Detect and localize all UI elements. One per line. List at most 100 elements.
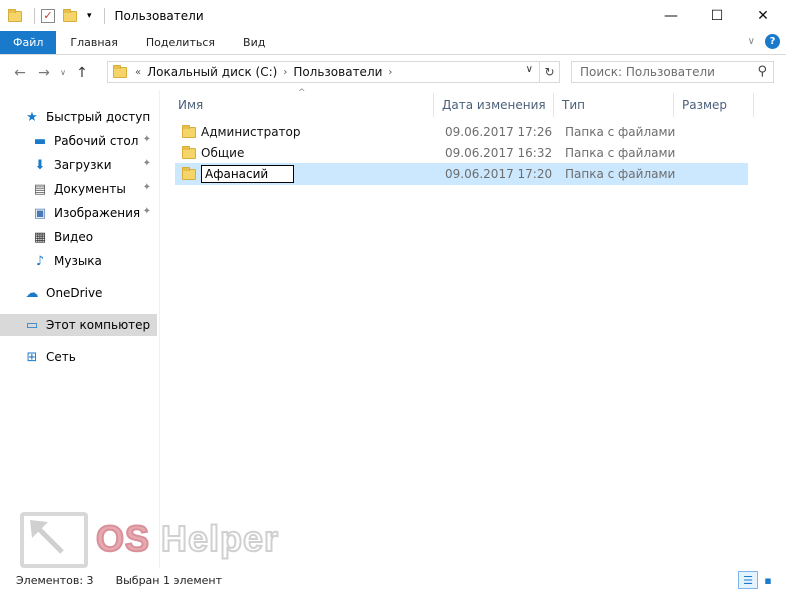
window-controls: — ☐ ✕ [648,0,786,31]
breadcrumb-local-disk[interactable]: Локальный диск (C:) [143,65,281,79]
sidebar-item-downloads[interactable]: ⬇ Загрузки ✦ [0,154,157,176]
new-folder-icon[interactable] [63,8,77,23]
sidebar-item-label: Загрузки [54,158,112,172]
sidebar-item-quick-access[interactable]: ★ Быстрый доступ [0,106,157,128]
sidebar-item-this-pc[interactable]: ▭ Этот компьютер [0,314,157,336]
status-bar: Элементов: 3 Выбран 1 элемент ☰ ▪ [0,568,786,593]
up-arrow-icon[interactable]: ↑ [70,65,94,81]
search-icon[interactable]: ⚲ [757,64,767,79]
sidebar-item-label: Рабочий стол [54,134,139,148]
pictures-icon: ▣ [33,205,47,221]
close-button[interactable]: ✕ [740,0,786,31]
breadcrumb-users[interactable]: Пользователи [289,65,386,79]
breadcrumb-separator-icon[interactable]: › [281,67,289,78]
sidebar-item-label: Музыка [54,254,102,268]
quick-access-toolbar: ✓ ▾ Пользователи [0,0,204,31]
pin-icon: ✦ [142,206,151,217]
properties-icon[interactable]: ✓ [41,8,55,23]
refresh-button[interactable]: ↻ [540,61,560,83]
watermark-text: OS Helper [95,517,280,560]
table-row[interactable]: Администратор 09.06.2017 17:26 Папка с ф… [175,121,748,143]
column-header-size[interactable]: Размер [674,93,754,117]
ribbon-controls: ∨ ? [748,34,780,49]
window-title: Пользователи [114,8,204,23]
large-icons-view-icon[interactable]: ▪ [758,571,778,589]
toolbar-divider [34,7,35,24]
back-arrow-icon[interactable]: ← [8,65,32,81]
sidebar-item-label: Документы [54,182,126,196]
breadcrumb-separator-icon[interactable]: › [386,67,394,78]
sidebar-item-label: Этот компьютер [46,318,151,332]
sidebar-item-label: Сеть [46,350,76,364]
address-bar[interactable]: « Локальный диск (C:) › Пользователи › ∨ [107,61,540,83]
folder-icon [182,145,196,159]
music-icon: ♪ [35,253,45,269]
file-type: Папка с файлами [565,125,676,139]
sidebar-item-music[interactable]: ♪ Музыка [0,250,157,272]
tab-file[interactable]: Файл [0,31,57,54]
tab-share[interactable]: Поделиться [132,31,229,54]
address-overflow[interactable]: « [133,67,143,78]
tab-home[interactable]: Главная [56,31,132,54]
toolbar-divider [103,7,105,24]
maximize-button[interactable]: ☐ [694,0,740,31]
search-input[interactable]: Поиск: Пользователи ⚲ [571,61,774,83]
video-icon: ▦ [33,229,47,245]
title-bar: ✓ ▾ Пользователи — ☐ ✕ [0,0,786,31]
sidebar-item-label: Изображения [54,206,141,220]
help-icon[interactable]: ? [765,34,780,49]
ribbon-tabs: Файл Главная Поделиться Вид ∨ ? [0,31,786,55]
cloud-icon: ☁ [25,285,39,301]
watermark-cursor-icon [20,512,88,568]
watermark-logo: OS Helper [20,512,310,572]
network-icon: ⊞ [26,349,38,365]
folder-icon [8,8,22,23]
documents-icon: ▤ [33,181,47,197]
tab-view[interactable]: Вид [229,31,279,54]
search-placeholder: Поиск: Пользователи [580,65,715,79]
file-date: 09.06.2017 17:26 [445,125,553,139]
folder-icon [113,64,127,78]
table-row[interactable]: Общие 09.06.2017 16:32 Папка с файлами [175,142,748,164]
arrow-icon [30,520,64,554]
sidebar-item-label: OneDrive [46,286,103,300]
pin-icon: ✦ [142,158,151,169]
sidebar-item-pictures[interactable]: ▣ Изображения ✦ [0,202,157,224]
file-name: Общие [201,146,245,160]
sidebar-item-video[interactable]: ▦ Видео [0,226,157,248]
navigation-pane: ★ Быстрый доступ ▬ Рабочий стол ✦ ⬇ Загр… [0,90,160,568]
sidebar-item-documents[interactable]: ▤ Документы ✦ [0,178,157,200]
column-header-type[interactable]: Тип [554,93,674,117]
customize-toolbar-dropdown-icon[interactable]: ▾ [87,11,92,21]
computer-icon: ▭ [25,317,39,333]
desktop-icon: ▬ [33,133,47,149]
sidebar-item-label: Быстрый доступ [46,110,151,124]
file-type: Папка с файлами [565,146,676,160]
address-dropdown-icon[interactable]: ∨ [526,64,533,75]
folder-icon [182,124,196,138]
folder-icon [182,166,196,180]
sidebar-item-onedrive[interactable]: ☁ OneDrive [0,282,157,304]
expand-ribbon-icon[interactable]: ∨ [748,36,755,47]
rename-input[interactable]: Афанасий [201,165,294,183]
file-list: ^ Имя Дата изменения Тип Размер Админист… [160,88,786,568]
view-switcher: ☰ ▪ [738,571,778,589]
selection-count: Выбран 1 элемент [115,574,222,587]
sidebar-item-desktop[interactable]: ▬ Рабочий стол ✦ [0,130,157,152]
pin-icon: ✦ [142,182,151,193]
table-row-selected[interactable]: Афанасий 09.06.2017 17:20 Папка с файлам… [175,163,748,185]
recent-locations-chevron-icon[interactable]: ∨ [56,68,70,77]
items-count: Элементов: 3 [16,574,94,587]
star-icon: ★ [26,109,38,125]
pin-icon: ✦ [142,134,151,145]
file-name: Администратор [201,125,301,139]
details-view-icon[interactable]: ☰ [738,571,758,589]
column-header-name[interactable]: Имя [170,93,434,117]
sidebar-item-label: Видео [54,230,94,244]
file-date: 09.06.2017 17:20 [445,167,553,181]
minimize-button[interactable]: — [648,0,694,31]
file-type: Папка с файлами [565,167,676,181]
column-header-date[interactable]: Дата изменения [434,93,554,117]
forward-arrow-icon[interactable]: → [32,65,56,81]
sidebar-item-network[interactable]: ⊞ Сеть [0,346,157,368]
